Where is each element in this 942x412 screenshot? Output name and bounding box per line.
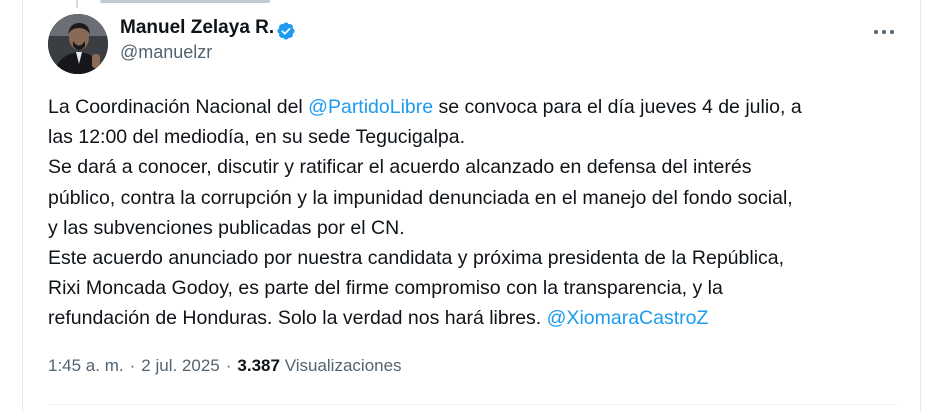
tweet-line: las 12:00 del mediodía, en su sede Teguc…	[48, 126, 466, 149]
tweet-timestamp-link[interactable]: 1:45 a. m. · 2 jul. 2025	[48, 356, 220, 375]
meta-separator: ·	[129, 356, 136, 375]
tweet-line: Rixi Moncada Godoy, es parte del firme c…	[48, 277, 723, 300]
views-count: 3.387	[237, 356, 280, 375]
timeline-border-right	[920, 0, 921, 412]
tweet-text-segment: se convoca para el día jueves 4 de julio…	[433, 96, 802, 118]
tweet-meta: 1:45 a. m. · 2 jul. 2025 · 3.387 Visualizaci…	[48, 356, 402, 376]
previous-tweet-cutoff	[100, 0, 270, 4]
tweet-card: Manuel Zelaya R. @manuelzr La Coordinaci…	[0, 0, 942, 412]
profile-photo-icon	[48, 14, 108, 74]
timeline-border-left	[22, 0, 23, 412]
tweet-line: y las subvenciones publicadas por el CN.	[48, 216, 405, 239]
more-options-button[interactable]	[870, 20, 898, 44]
views-label: Visualizaciones	[284, 356, 402, 375]
tweet-line: público, contra la corrupción y la impun…	[48, 186, 793, 209]
tweet-line: Se dará a conocer, discutir y ratificar …	[48, 156, 752, 179]
thread-connector-line	[76, 0, 78, 8]
mention-partidolibre-link[interactable]: @PartidoLibre	[308, 96, 433, 118]
author-handle[interactable]: @manuelzr	[120, 42, 212, 63]
tweet-line: La Coordinación Nacional del @PartidoLib…	[48, 92, 908, 122]
avatar[interactable]	[48, 14, 108, 74]
tweet-time: 1:45 a. m.	[48, 356, 124, 375]
tweet-date: 2 jul. 2025	[141, 356, 220, 375]
tweet-text-segment: refundación de Honduras. Solo la verdad …	[48, 307, 547, 330]
tweet-text-segment: La Coordinación Nacional del	[48, 96, 309, 118]
more-horizontal-icon	[874, 30, 894, 34]
author-name[interactable]: Manuel Zelaya R.	[120, 17, 274, 39]
meta-separator: ·	[225, 356, 232, 375]
verified-badge-icon	[277, 22, 295, 40]
tweet-line: Este acuerdo anunciado por nuestra candi…	[48, 247, 785, 270]
tweet-line: refundación de Honduras. Solo la verdad …	[48, 303, 908, 333]
views-link[interactable]: 3.387 Visualizaciones	[237, 356, 401, 375]
mention-xiomaracastroz-link[interactable]: @XiomaraCastroZ	[547, 307, 709, 329]
tweet-body: La Coordinación Nacional del @PartidoLib…	[48, 92, 908, 334]
meta-divider	[48, 404, 898, 405]
